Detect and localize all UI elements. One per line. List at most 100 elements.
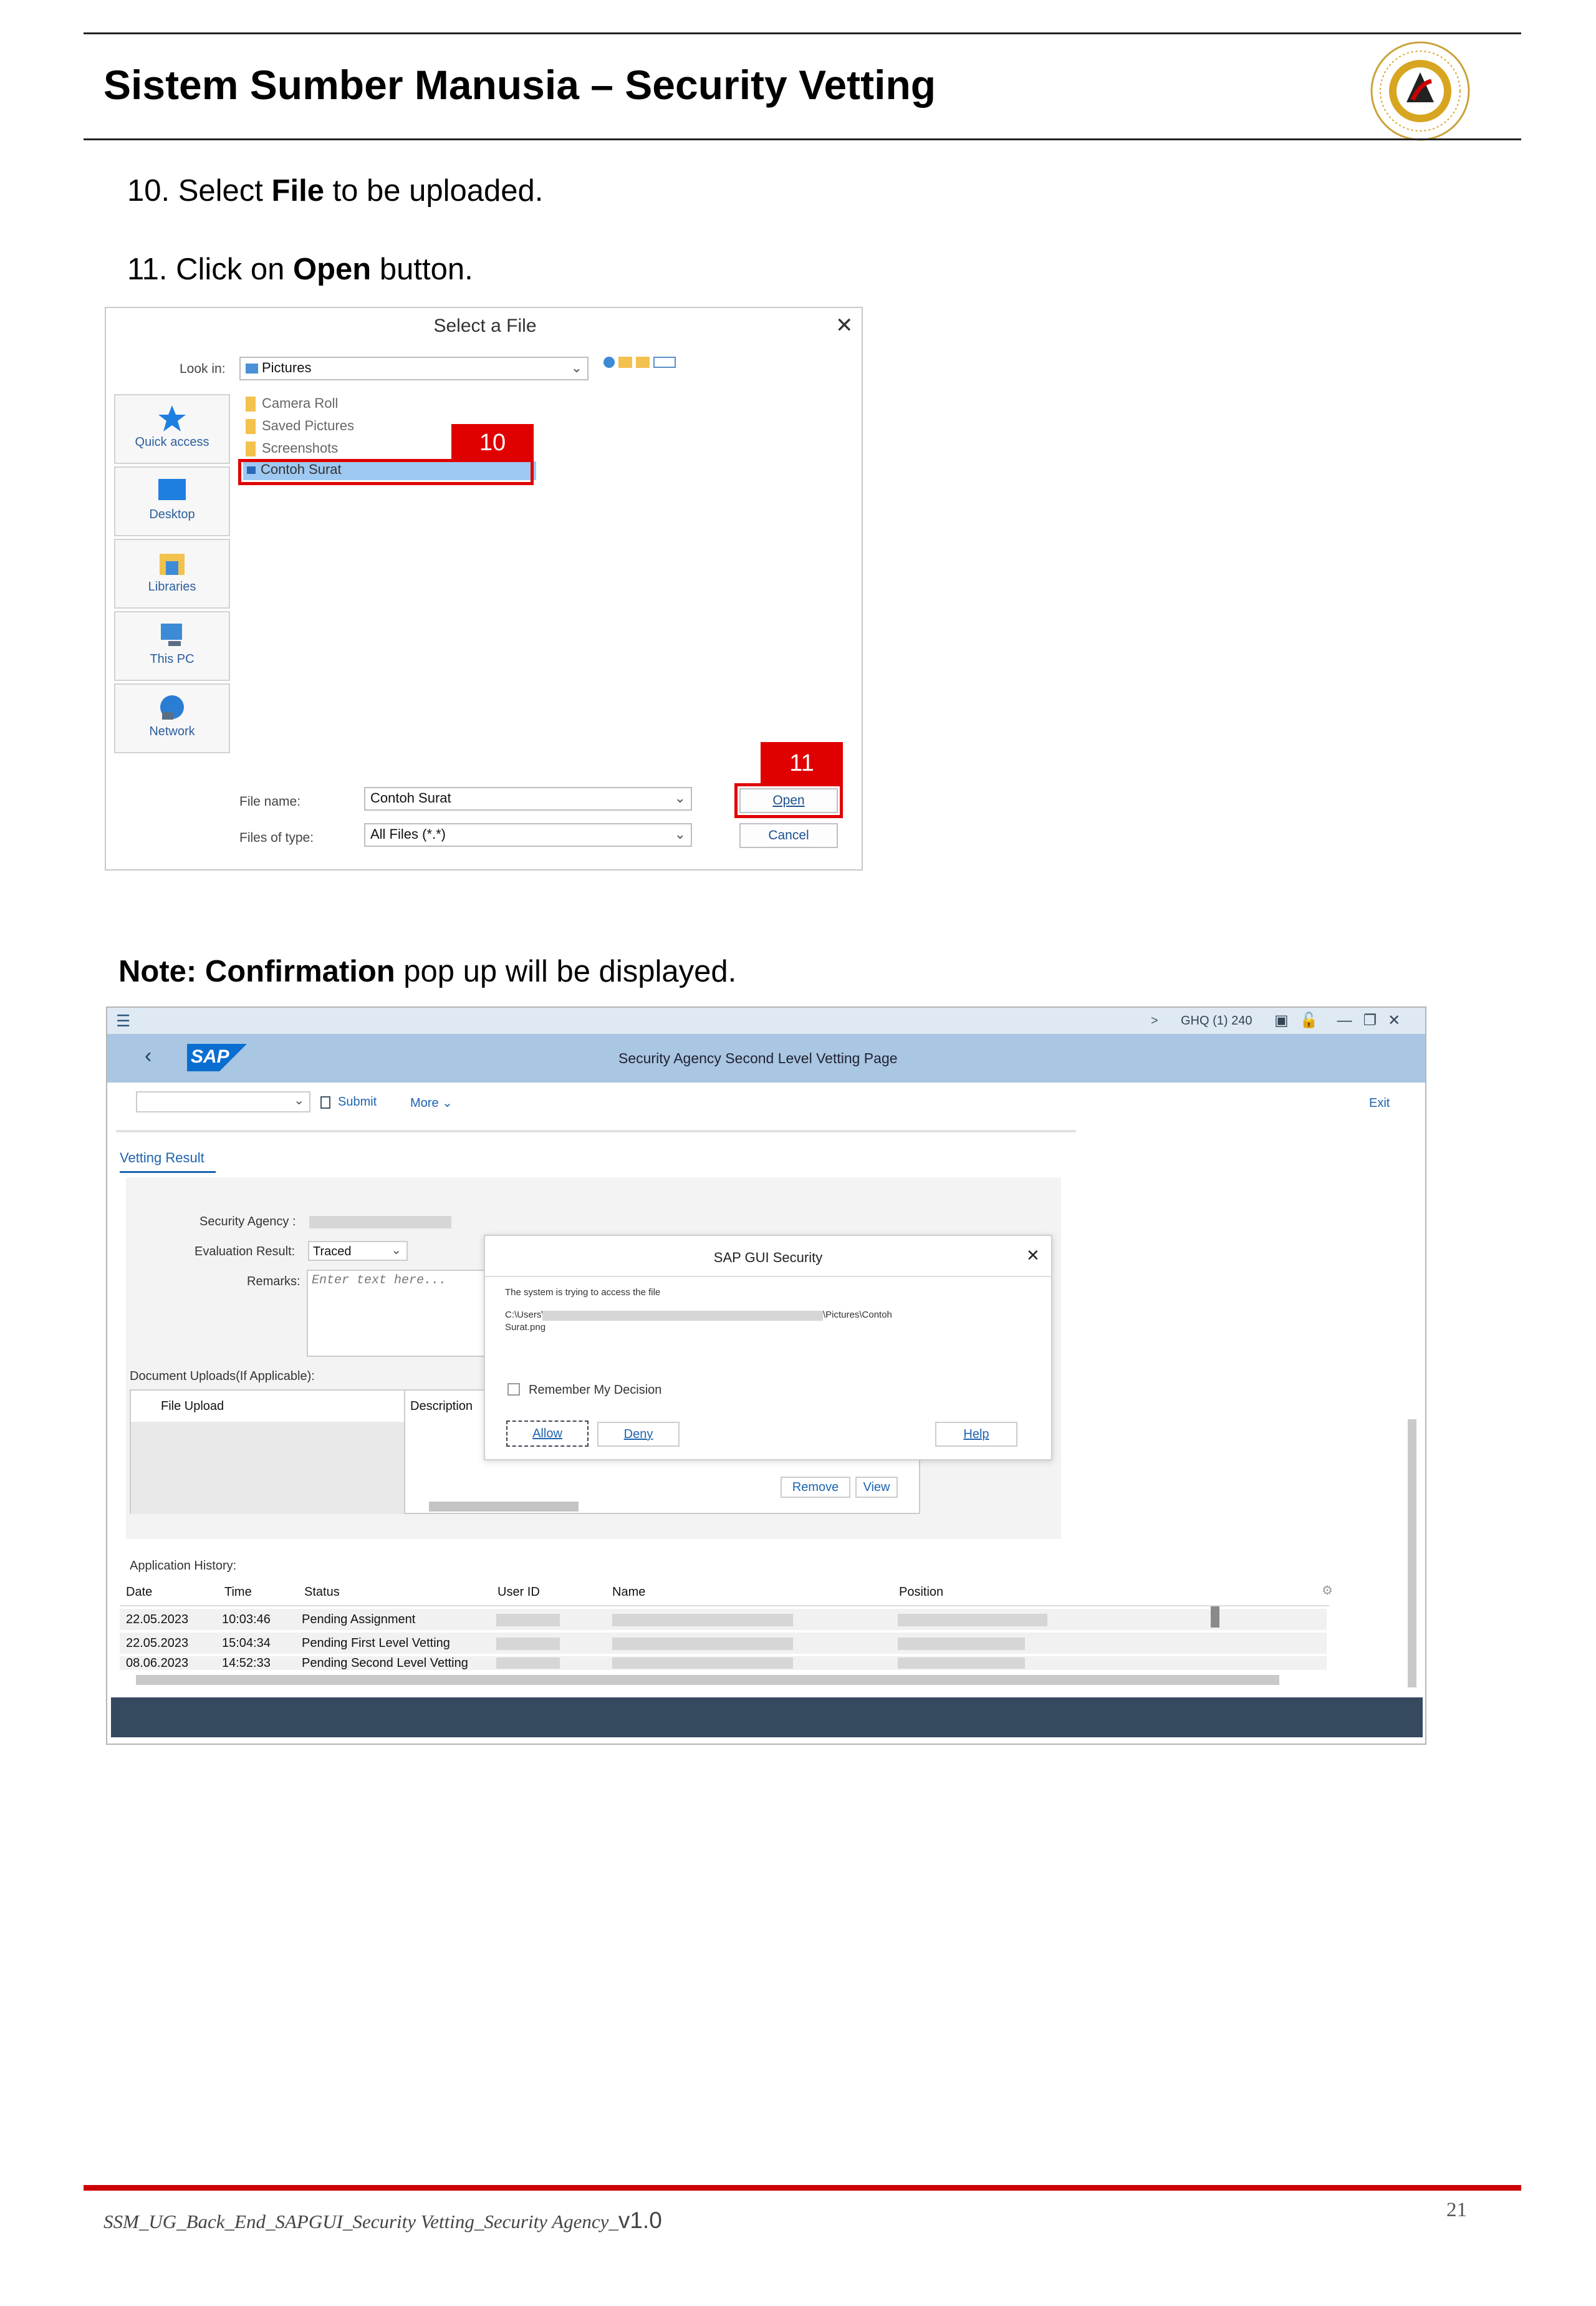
file-item[interactable]: Camera Roll: [246, 395, 338, 412]
minimize-icon[interactable]: —: [1337, 1012, 1352, 1029]
view-menu-icon[interactable]: [653, 357, 676, 368]
cell-time: 14:52:33: [222, 1656, 271, 1670]
callout-box-11: [734, 783, 843, 818]
document-icon: [320, 1096, 330, 1109]
cell-status: Pending Assignment: [302, 1613, 416, 1626]
application-history-label: Application History:: [130, 1559, 237, 1573]
place-network[interactable]: Network: [114, 683, 230, 753]
popup-title: SAP GUI Security: [713, 1250, 823, 1265]
note-rest: pop up will be displayed.: [395, 955, 737, 988]
place-quick-access[interactable]: Quick access: [114, 394, 230, 464]
callout-label-10: 10: [451, 424, 534, 461]
sap-logo-text: SAP: [191, 1046, 229, 1067]
place-label: Libraries: [148, 580, 196, 594]
file-type-select[interactable]: All Files (*.*) ⌄: [364, 823, 692, 847]
horizontal-scrollbar[interactable]: [429, 1502, 579, 1512]
popup-close-icon[interactable]: ✕: [1026, 1246, 1040, 1265]
file-item[interactable]: Saved Pictures: [246, 418, 354, 435]
file-item[interactable]: Screenshots: [246, 440, 338, 457]
deny-button[interactable]: Deny: [597, 1422, 680, 1447]
history-header-divider: [120, 1605, 1329, 1606]
history-horizontal-scrollbar[interactable]: [136, 1675, 1279, 1685]
new-folder-icon[interactable]: [636, 357, 650, 368]
more-menu[interactable]: More ⌄: [410, 1095, 453, 1111]
cell-time: 10:03:46: [222, 1613, 271, 1626]
table-row[interactable]: 22.05.2023 10:03:46 Pending Assignment: [120, 1609, 1327, 1630]
uploads-table-body: [131, 1422, 405, 1514]
chevron-down-icon: ⌄: [294, 1094, 304, 1107]
toolbar-icons[interactable]: [603, 357, 685, 373]
remove-button[interactable]: Remove: [781, 1477, 850, 1498]
chevron-down-icon: ⌄: [391, 1243, 401, 1257]
cell-status: Pending First Level Vetting: [302, 1636, 450, 1650]
note-text: Note: Confirmation pop up will be displa…: [118, 954, 736, 989]
back-icon[interactable]: [603, 357, 615, 368]
look-in-select[interactable]: Pictures ⌄: [239, 357, 589, 380]
close-icon[interactable]: ✕: [835, 313, 853, 338]
col-time: Time: [224, 1585, 252, 1599]
cell-name-redacted: [612, 1614, 793, 1626]
evaluation-result-label: Evaluation Result:: [195, 1245, 296, 1258]
toolbar-dropdown[interactable]: ⌄: [136, 1091, 310, 1112]
cell-user-id-redacted: [496, 1614, 560, 1626]
evaluation-result-select[interactable]: Traced ⌄: [308, 1241, 408, 1261]
uploads-col-divider: [404, 1391, 405, 1514]
page-vertical-scrollbar[interactable]: [1408, 1419, 1416, 1687]
table-row[interactable]: 22.05.2023 15:04:34 Pending First Level …: [120, 1633, 1327, 1654]
folder-icon: [246, 397, 256, 412]
page-number: 21: [1446, 2199, 1467, 2221]
help-button[interactable]: Help: [935, 1422, 1017, 1447]
col-file-upload: File Upload: [161, 1399, 224, 1413]
file-item-label: Camera Roll: [262, 395, 339, 411]
step-10-post: to be uploaded.: [324, 174, 544, 208]
col-user-id: User ID: [498, 1585, 540, 1599]
popup-path-start: C:\Users\: [505, 1310, 544, 1320]
place-label: This PC: [150, 652, 195, 666]
cell-date: 22.05.2023: [126, 1613, 189, 1626]
cell-position-redacted: [898, 1614, 1047, 1626]
history-vertical-scrollbar[interactable]: [1211, 1606, 1219, 1628]
look-in-value: Pictures: [262, 360, 312, 375]
back-icon[interactable]: ‹: [145, 1044, 151, 1068]
callout-label-11: 11: [761, 742, 843, 784]
step-11-bold: Open: [292, 253, 372, 286]
table-row[interactable]: 08.06.2023 14:52:33 Pending Second Level…: [120, 1656, 1327, 1670]
place-label: Desktop: [149, 508, 195, 521]
cell-position-redacted: [898, 1638, 1025, 1650]
col-position: Position: [899, 1585, 944, 1599]
footer-doc-name: SSM_UG_Back_End_SAPGUI_Security Vetting_…: [103, 2207, 662, 2234]
remember-decision-checkbox[interactable]: [507, 1383, 520, 1396]
place-desktop[interactable]: Desktop: [114, 466, 230, 536]
lock-icon[interactable]: 🔓: [1300, 1012, 1319, 1029]
submit-button[interactable]: Submit: [320, 1095, 377, 1109]
place-this-pc[interactable]: This PC: [114, 611, 230, 681]
restore-icon[interactable]: ❐: [1363, 1012, 1377, 1029]
cancel-button[interactable]: Cancel: [739, 823, 838, 848]
exit-button[interactable]: Exit: [1369, 1096, 1390, 1111]
settings-icon[interactable]: ⚙: [1322, 1583, 1333, 1598]
allow-button[interactable]: Allow: [506, 1421, 589, 1447]
remarks-textarea[interactable]: Enter text here...: [307, 1270, 494, 1357]
file-name-value: Contoh Surat: [370, 790, 451, 806]
remarks-label: Remarks:: [247, 1275, 300, 1288]
chevron-right-icon[interactable]: >: [1151, 1014, 1158, 1028]
header-top-rule: [84, 32, 1521, 34]
place-libraries[interactable]: Libraries: [114, 539, 230, 609]
up-folder-icon[interactable]: [618, 357, 632, 368]
file-name-label: File name:: [239, 794, 301, 809]
view-button[interactable]: View: [855, 1477, 898, 1498]
close-window-icon[interactable]: ✕: [1388, 1012, 1400, 1029]
hamburger-menu-icon[interactable]: ☰: [116, 1011, 130, 1031]
file-type-value: All Files (*.*): [370, 826, 446, 842]
file-name-input[interactable]: Contoh Surat ⌄: [364, 787, 692, 811]
security-agency-label: Security Agency :: [200, 1215, 296, 1228]
sap-logo: SAP: [187, 1044, 247, 1071]
system-info: GHQ (1) 240: [1181, 1014, 1252, 1028]
cell-date: 08.06.2023: [126, 1656, 189, 1670]
tab-vetting-result[interactable]: Vetting Result: [120, 1150, 204, 1166]
layout-icon[interactable]: ▣: [1274, 1012, 1289, 1029]
note-bold: Note: Confirmation: [118, 955, 395, 988]
file-type-label: Files of type:: [239, 831, 314, 845]
footer-doc-filename: SSM_UG_Back_End_SAPGUI_Security Vetting_…: [103, 2211, 618, 2232]
folder-icon: [246, 441, 256, 457]
